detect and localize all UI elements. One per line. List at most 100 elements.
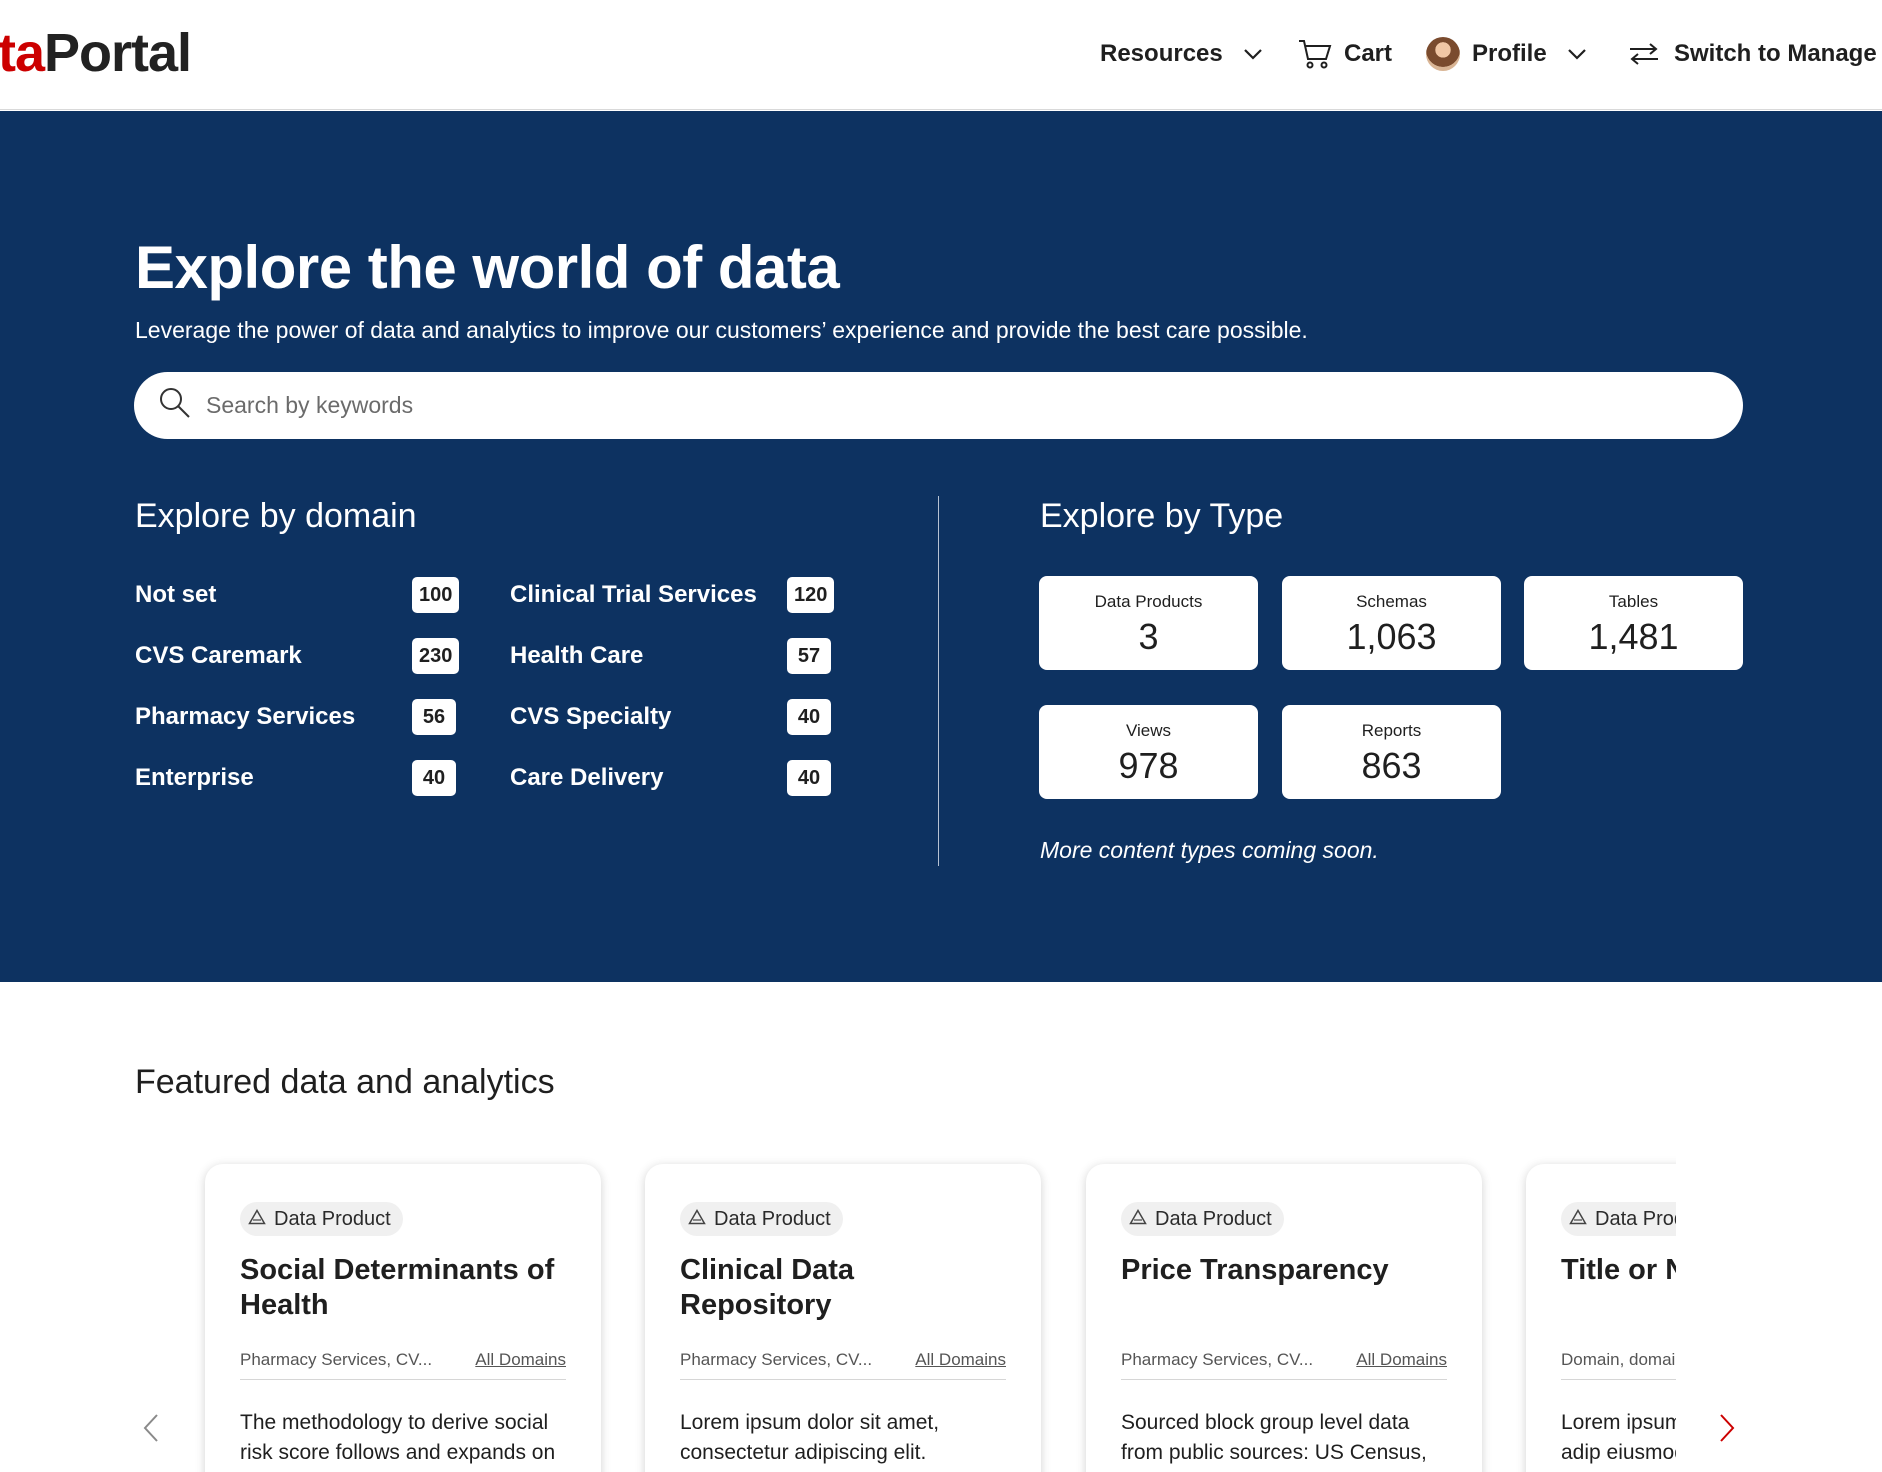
card-type-tag: Data Product	[680, 1202, 843, 1236]
all-domains-link[interactable]: All Domains	[1356, 1350, 1447, 1370]
card-title[interactable]: Title or Name break to	[1561, 1253, 1676, 1288]
domain-item-cvs-caremark[interactable]: CVS Caremark 230	[135, 638, 464, 674]
swap-arrows-icon	[1628, 43, 1660, 65]
domain-item-clinical-trial-services[interactable]: Clinical Trial Services 120	[510, 577, 840, 613]
domain-count-badge: 120	[787, 577, 835, 613]
carousel-prev-button[interactable]	[139, 1412, 163, 1448]
type-card-data-products[interactable]: Data Products 3	[1039, 576, 1258, 670]
search-bar[interactable]	[134, 372, 1743, 439]
domain-count-badge: 40	[787, 699, 831, 735]
type-label: Schemas	[1356, 592, 1427, 611]
domain-count-badge: 56	[412, 699, 456, 735]
logo-dark-part: Portal	[44, 23, 192, 83]
domain-name: Clinical Trial Services	[510, 581, 757, 608]
all-domains-link[interactable]: All Domains	[475, 1350, 566, 1370]
card-description: The methodology to derive social risk sc…	[240, 1411, 556, 1472]
search-icon	[158, 386, 192, 425]
card-type-label: Data Product	[714, 1207, 831, 1230]
card-type-label: Data Product	[1155, 1207, 1272, 1230]
nav-profile-label: Profile	[1472, 40, 1547, 67]
type-count: 3	[1138, 616, 1159, 657]
domain-item-not-set[interactable]: Not set 100	[135, 577, 464, 613]
domain-count-badge: 100	[412, 577, 460, 613]
card-divider	[1561, 1379, 1676, 1380]
domain-name: CVS Caremark	[135, 642, 302, 669]
all-domains-link[interactable]: All Domains	[915, 1350, 1006, 1370]
card-meta: Pharmacy Services, CV... All Domains	[1121, 1350, 1447, 1370]
domain-item-pharmacy-services[interactable]: Pharmacy Services 56	[135, 699, 464, 735]
card-meta: Pharmacy Services, CV... All Domains	[240, 1350, 566, 1370]
nav-cart-label: Cart	[1344, 40, 1393, 67]
domain-item-enterprise[interactable]: Enterprise 40	[135, 760, 464, 796]
featured-card[interactable]: Data Product Social Determinants of Heal…	[205, 1164, 601, 1472]
search-input[interactable]	[206, 392, 1706, 419]
card-meta: Domain, domain	[1561, 1350, 1676, 1370]
portal-logo[interactable]: taPortal	[0, 22, 192, 84]
nav-profile[interactable]: Profile	[1426, 36, 1587, 72]
avatar	[1426, 37, 1460, 71]
type-count: 863	[1361, 745, 1422, 786]
card-type-tag: Data Product	[240, 1202, 403, 1236]
card-description: Lorem ipsum dolor sit amet, consectetur …	[680, 1411, 975, 1472]
explore-type-title: Explore by Type	[1040, 497, 1284, 535]
domain-name: Enterprise	[135, 764, 254, 791]
domain-name: Not set	[135, 581, 217, 608]
card-type-label: Data Product	[274, 1207, 391, 1230]
card-title[interactable]: Social Determinants of Health	[240, 1253, 570, 1323]
domain-item-health-care[interactable]: Health Care 57	[510, 638, 840, 674]
card-title[interactable]: Price Transparency	[1121, 1253, 1451, 1288]
featured-card[interactable]: Data Product Price Transparency Pharmacy…	[1086, 1164, 1482, 1472]
domain-count-badge: 230	[412, 638, 460, 674]
domain-count-badge: 40	[787, 760, 831, 796]
domain-item-cvs-specialty[interactable]: CVS Specialty 40	[510, 699, 840, 735]
domain-count-badge: 57	[787, 638, 831, 674]
domain-name: Health Care	[510, 642, 644, 669]
type-label: Reports	[1361, 721, 1422, 740]
card-type-label: Data Product	[1595, 1207, 1676, 1230]
card-meta: Pharmacy Services, CV... All Domains	[680, 1350, 1006, 1370]
card-type-tag: Data Product	[1561, 1202, 1676, 1236]
featured-card[interactable]: Data Product Clinical Data Repository Ph…	[645, 1164, 1041, 1472]
chevron-left-icon	[142, 1413, 160, 1448]
cart-icon	[1298, 38, 1332, 70]
featured-card[interactable]: Data Product Title or Name break to Doma…	[1526, 1164, 1676, 1472]
warning-triangle-icon	[1129, 1208, 1155, 1231]
top-header: taPortal Resources Cart Profile Switch t…	[0, 0, 1882, 110]
card-title[interactable]: Clinical Data Repository	[680, 1253, 1010, 1323]
nav-resources-label: Resources	[1100, 40, 1223, 67]
card-domains: Pharmacy Services, CV...	[1121, 1350, 1314, 1369]
type-label: Views	[1125, 721, 1172, 740]
nav-switch-manage[interactable]: Switch to Manage V	[1628, 36, 1882, 72]
card-domains: Domain, domain	[1561, 1350, 1676, 1369]
chevron-down-icon	[1243, 48, 1263, 60]
featured-title: Featured data and analytics	[135, 1063, 555, 1101]
hero-subtitle: Leverage the power of data and analytics…	[135, 317, 1308, 343]
hero-section: Explore the world of data Leverage the p…	[0, 111, 1882, 982]
card-domains: Pharmacy Services, CV...	[240, 1350, 433, 1369]
card-type-tag: Data Product	[1121, 1202, 1284, 1236]
nav-cart[interactable]: Cart	[1298, 36, 1392, 72]
card-divider	[1121, 1379, 1447, 1380]
type-card-views[interactable]: Views 978	[1039, 705, 1258, 799]
type-card-tables[interactable]: Tables 1,481	[1524, 576, 1743, 670]
domain-count-badge: 40	[412, 760, 456, 796]
domain-name: Pharmacy Services	[135, 703, 356, 730]
type-card-schemas[interactable]: Schemas 1,063	[1282, 576, 1501, 670]
card-domains: Pharmacy Services, CV...	[680, 1350, 873, 1369]
card-description: Sourced block group level data from publ…	[1121, 1411, 1427, 1472]
hero-title: Explore the world of data	[135, 234, 840, 301]
type-label: Data Products	[1094, 592, 1203, 611]
domain-item-care-delivery[interactable]: Care Delivery 40	[510, 760, 840, 796]
card-divider	[680, 1379, 1006, 1380]
card-description: Lorem ipsum dolor consectetur adip eiusm…	[1561, 1411, 1676, 1464]
type-count: 978	[1118, 745, 1179, 786]
warning-triangle-icon	[1569, 1208, 1595, 1231]
warning-triangle-icon	[248, 1208, 274, 1231]
carousel-next-button[interactable]	[1715, 1412, 1739, 1448]
nav-resources[interactable]: Resources	[1100, 36, 1263, 72]
type-count: 1,063	[1346, 616, 1437, 657]
type-label: Tables	[1608, 592, 1659, 611]
chevron-right-icon	[1718, 1413, 1736, 1448]
chevron-down-icon	[1567, 48, 1587, 60]
type-card-reports[interactable]: Reports 863	[1282, 705, 1501, 799]
